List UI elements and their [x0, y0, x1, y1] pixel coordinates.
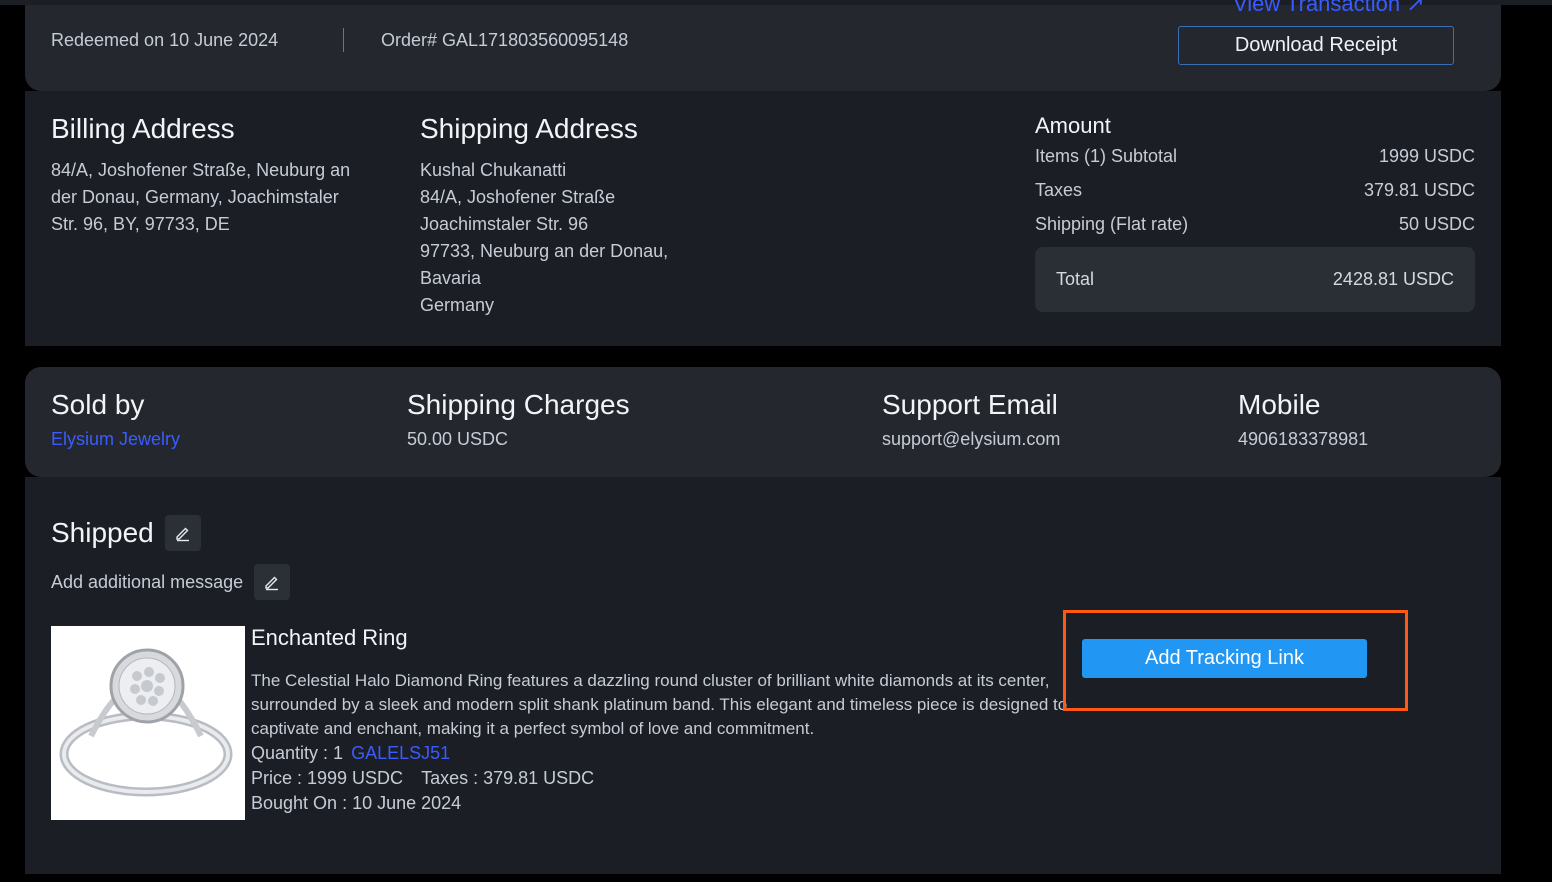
edit-status-button[interactable]	[164, 515, 201, 551]
billing-line: 84/A, Joshofener Straße, Neuburg an	[51, 160, 351, 180]
shipping-line: Joachimstaler Str. 96	[420, 214, 589, 234]
billing-address-text: 84/A, Joshofener Straße, Neuburg an der …	[51, 157, 381, 238]
amount-value: 1999 USDC	[1378, 145, 1475, 166]
ring-image	[59, 648, 233, 797]
amount-title: Amount	[1035, 113, 1111, 138]
product-price-row: Price : 1999 USDC Taxes : 379.81 USDC	[251, 766, 1081, 791]
shipping-address: Shipping Address Kushal Chukanatti 84/A,…	[420, 113, 720, 319]
shipping-line: Kushal Chukanatti	[420, 160, 567, 180]
order-summary-card: View Transaction ↗ Redeemed on 10 June 2…	[25, 0, 1501, 91]
shipping-address-title: Shipping Address	[420, 113, 638, 144]
billing-line: der Donau, Germany, Joachimstaler	[51, 187, 339, 207]
amount-label: Items (1) Subtotal	[1035, 145, 1178, 166]
support-email: Support Email support@elysium.com	[882, 389, 1060, 450]
total-value: 2428.81 USDC	[1332, 269, 1454, 289]
product-description: The Celestial Halo Diamond Ring features…	[251, 671, 1068, 738]
billing-address: Billing Address 84/A, Joshofener Straße,…	[51, 113, 381, 238]
shipping-line: 84/A, Joshofener Straße	[420, 187, 616, 207]
shipping-charges-title: Shipping Charges	[407, 389, 630, 420]
mobile-value: 4906183378981	[1238, 429, 1369, 449]
view-transaction-link[interactable]: View Transaction ↗	[1233, 0, 1425, 17]
pencil-edit-icon	[265, 576, 279, 591]
amount-label: Shipping (Flat rate)	[1035, 213, 1189, 234]
add-message-label: Add additional message	[51, 571, 244, 592]
seller-link[interactable]: Elysium Jewelry	[51, 429, 180, 450]
billing-line: Str. 96, BY, 97733, DE	[51, 214, 230, 234]
product-sku-link[interactable]: GALELSJ51	[351, 743, 450, 763]
redeemed-date: Redeemed on 10 June 2024	[51, 30, 279, 50]
order-status: Shipped	[51, 517, 154, 548]
order-item-panel: Shipped Add additional message Enchanted…	[25, 477, 1501, 874]
mobile-title: Mobile	[1238, 389, 1321, 420]
total-label: Total	[1056, 269, 1095, 289]
amount-row-taxes: Taxes 379.81 USDC	[1035, 173, 1475, 207]
billing-address-title: Billing Address	[51, 113, 235, 144]
product-title: Enchanted Ring	[251, 625, 408, 650]
amount-row-shipping: Shipping (Flat rate) 50 USDC	[1035, 207, 1475, 241]
shipping-line: Germany	[420, 295, 495, 315]
support-email-value: support@elysium.com	[882, 429, 1061, 449]
seller-info-panel: Sold by Elysium Jewelry Shipping Charges…	[25, 367, 1501, 477]
product-price: Price : 1999 USDC	[251, 768, 404, 788]
shipping-charges: Shipping Charges 50.00 USDC	[407, 389, 630, 450]
product-quantity: Quantity : 1	[251, 743, 344, 763]
support-email-title: Support Email	[882, 389, 1058, 420]
sold-by-title: Sold by	[51, 389, 145, 420]
edit-message-button[interactable]	[254, 564, 291, 600]
product-bought-on: Bought On : 10 June 2024	[251, 793, 462, 813]
divider	[343, 28, 344, 52]
pencil-edit-icon	[176, 527, 189, 542]
status-row: Shipped	[51, 515, 201, 551]
amount-value: 379.81 USDC	[1363, 179, 1475, 200]
product-quantity-row: Quantity : 1 GALELSJ51	[251, 741, 1081, 766]
amount-value: 50 USDC	[1398, 213, 1475, 234]
shipping-address-text: Kushal Chukanatti 84/A, Joshofener Straß…	[420, 157, 720, 319]
product-taxes: Taxes : 379.81 USDC	[421, 768, 595, 788]
product-image	[51, 626, 245, 820]
mobile: Mobile 4906183378981	[1238, 389, 1368, 450]
order-number: Order# GAL171803560095148	[381, 30, 629, 50]
shipping-line: 97733, Neuburg an der Donau,	[420, 241, 669, 261]
product-info: Enchanted Ring The Celestial Halo Diamon…	[251, 625, 1081, 816]
address-panel: Billing Address 84/A, Joshofener Straße,…	[25, 91, 1501, 346]
amount-label: Taxes	[1035, 179, 1083, 200]
additional-message-row: Add additional message	[51, 564, 291, 600]
shipping-line: Bavaria	[420, 268, 482, 288]
download-receipt-button[interactable]: Download Receipt	[1178, 26, 1454, 65]
total-box: Total 2428.81 USDC	[1035, 247, 1475, 312]
amount-row-subtotal: Items (1) Subtotal 1999 USDC	[1035, 139, 1475, 173]
sold-by: Sold by Elysium Jewelry	[51, 389, 180, 450]
shipping-charges-value: 50.00 USDC	[407, 429, 509, 449]
add-tracking-link-button[interactable]: Add Tracking Link	[1082, 639, 1367, 678]
amount-summary: Amount Items (1) Subtotal 1999 USDC Taxe…	[1035, 113, 1475, 312]
